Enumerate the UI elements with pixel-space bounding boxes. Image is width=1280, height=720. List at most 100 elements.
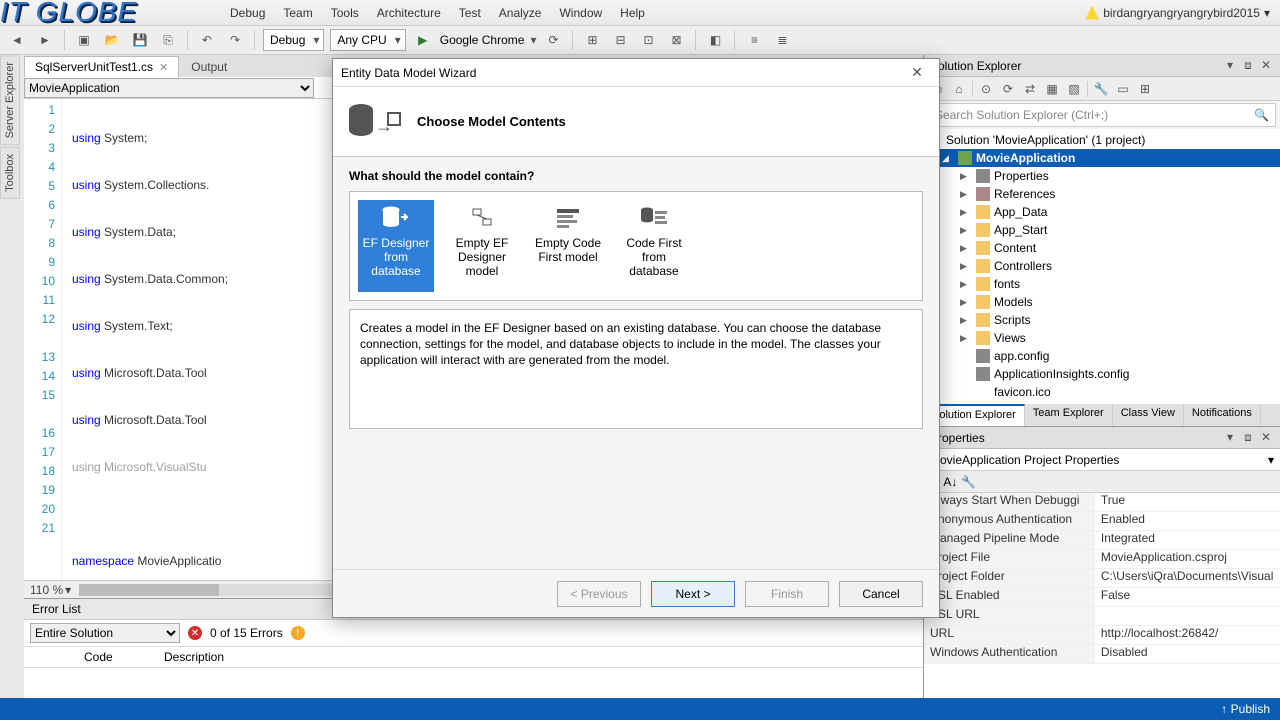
show-all-icon[interactable]: ▧	[1065, 80, 1083, 98]
choice-code-first-from-db[interactable]: Code First from database	[616, 200, 692, 292]
cancel-button[interactable]: Cancel	[839, 581, 923, 607]
tree-item[interactable]: ▶Properties	[924, 167, 1280, 185]
namespace-select[interactable]: MovieApplication	[24, 78, 314, 98]
tree-item[interactable]: ApplicationInsights.config	[924, 365, 1280, 383]
menu-window[interactable]: Window	[559, 6, 602, 20]
solution-tree[interactable]: ▶Solution 'MovieApplication' (1 project)…	[924, 129, 1280, 404]
tree-item[interactable]: ▶fonts	[924, 275, 1280, 293]
properties-header: Properties ▾ ⧈ ✕	[924, 427, 1280, 449]
menu-help[interactable]: Help	[620, 6, 645, 20]
nav-forward-icon[interactable]: ►	[34, 29, 56, 51]
new-project-icon[interactable]: ▣	[73, 29, 95, 51]
pin-icon[interactable]: ⧈	[1240, 430, 1256, 446]
save-all-icon[interactable]: ⎘	[157, 29, 179, 51]
menu-tools[interactable]: Tools	[331, 6, 359, 20]
browser-refresh-icon[interactable]: ⟳	[542, 29, 564, 51]
right-panel-tabs: Solution Explorer Team Explorer Class Vi…	[924, 404, 1280, 426]
properties-icon[interactable]: 🔧	[1092, 80, 1110, 98]
property-row[interactable]: Project FolderC:\Users\iQra\Documents\Vi…	[924, 569, 1280, 588]
menu-team[interactable]: Team	[283, 6, 312, 20]
tree-item[interactable]: ▶Content	[924, 239, 1280, 257]
menu-architecture[interactable]: Architecture	[377, 6, 441, 20]
project-node[interactable]: ◢MovieApplication	[924, 149, 1280, 167]
property-row[interactable]: Windows AuthenticationDisabled	[924, 645, 1280, 664]
error-list-header: Code Description	[24, 647, 923, 668]
open-icon[interactable]: 📂	[101, 29, 123, 51]
tree-item[interactable]: favicon.ico	[924, 383, 1280, 401]
zoom-level[interactable]: 110 %	[30, 583, 63, 597]
toolbar-icon[interactable]: ⊠	[665, 29, 687, 51]
tree-item[interactable]: ▶Views	[924, 329, 1280, 347]
configuration-select[interactable]: Debug	[263, 29, 324, 51]
warning-icon: !	[291, 626, 305, 640]
editor-tab-output[interactable]: Output	[181, 57, 237, 77]
next-button[interactable]: Next >	[651, 581, 735, 607]
editor-tab-active[interactable]: SqlServerUnitTest1.cs✕	[24, 56, 179, 77]
toolbar-icon[interactable]: ⊞	[581, 29, 603, 51]
menu-debug[interactable]: Debug	[230, 6, 265, 20]
tree-item[interactable]: ▶App_Data	[924, 203, 1280, 221]
property-row[interactable]: URLhttp://localhost:26842/	[924, 626, 1280, 645]
home-icon[interactable]: ⌂	[950, 80, 968, 98]
sidetab-server-explorer[interactable]: Server Explorer	[0, 55, 20, 145]
pin-icon[interactable]: ⧈	[1240, 58, 1256, 74]
tree-item[interactable]: ▶Models	[924, 293, 1280, 311]
undo-icon[interactable]: ↶	[196, 29, 218, 51]
property-row[interactable]: SSL EnabledFalse	[924, 588, 1280, 607]
signed-in-user[interactable]: birdangryangryangrybird2015 ▾	[1085, 6, 1270, 20]
menu-test[interactable]: Test	[459, 6, 481, 20]
finish-button: Finish	[745, 581, 829, 607]
dropdown-icon[interactable]: ▾	[1222, 430, 1238, 446]
view-icon[interactable]: ⊞	[1136, 80, 1154, 98]
platform-select[interactable]: Any CPU	[330, 29, 405, 51]
close-icon[interactable]: ✕	[1258, 58, 1274, 74]
tree-item[interactable]: ▶Scripts	[924, 311, 1280, 329]
tree-item[interactable]: ▶References	[924, 185, 1280, 203]
solution-root[interactable]: ▶Solution 'MovieApplication' (1 project)	[924, 131, 1280, 149]
sync-icon[interactable]: ⇄	[1021, 80, 1039, 98]
publish-button[interactable]: ↑ Publish	[1221, 702, 1270, 716]
error-count[interactable]: 0 of 15 Errors	[210, 626, 283, 640]
tab-class-view[interactable]: Class View	[1113, 404, 1184, 426]
tree-item[interactable]: ▶App_Start	[924, 221, 1280, 239]
alpha-sort-icon[interactable]: A↓	[943, 475, 957, 489]
close-icon[interactable]: ✕	[159, 61, 168, 74]
collapse-icon[interactable]: ⊙	[977, 80, 995, 98]
toolbar-icon[interactable]: ≡	[743, 29, 765, 51]
property-row[interactable]: Anonymous AuthenticationEnabled	[924, 512, 1280, 531]
redo-icon[interactable]: ↷	[224, 29, 246, 51]
toolbar-icon[interactable]: ◧	[704, 29, 726, 51]
props-icon[interactable]: 🔧	[961, 475, 976, 489]
tree-item[interactable]: app.config	[924, 347, 1280, 365]
close-icon[interactable]: ✕	[1258, 430, 1274, 446]
choice-empty-ef-designer[interactable]: Empty EF Designer model	[444, 200, 520, 292]
refresh-icon[interactable]: ⟳	[999, 80, 1017, 98]
close-icon[interactable]: ✕	[903, 64, 931, 81]
properties-grid[interactable]: Always Start When DebuggiTrueAnonymous A…	[924, 493, 1280, 698]
sidetab-toolbox[interactable]: Toolbox	[0, 147, 20, 199]
show-all-icon[interactable]: ▦	[1043, 80, 1061, 98]
property-row[interactable]: Always Start When DebuggiTrue	[924, 493, 1280, 512]
properties-target-select[interactable]: MovieApplication Project Properties▾	[924, 449, 1280, 471]
solution-search-input[interactable]: Search Solution Explorer (Ctrl+;) 🔍	[928, 103, 1276, 127]
model-icon	[466, 204, 498, 232]
start-debug-icon[interactable]: ▶	[412, 29, 434, 51]
toolbar-icon[interactable]: ⊡	[637, 29, 659, 51]
save-icon[interactable]: 💾	[129, 29, 151, 51]
property-row[interactable]: Project FileMovieApplication.csproj	[924, 550, 1280, 569]
choice-ef-designer-from-db[interactable]: EF Designer from database	[358, 200, 434, 292]
dropdown-icon[interactable]: ▾	[1222, 58, 1238, 74]
property-row[interactable]: SSL URL	[924, 607, 1280, 626]
error-scope-select[interactable]: Entire Solution	[30, 623, 180, 643]
tab-notifications[interactable]: Notifications	[1184, 404, 1261, 426]
property-row[interactable]: Managed Pipeline ModeIntegrated	[924, 531, 1280, 550]
menu-analyze[interactable]: Analyze	[499, 6, 542, 20]
toolbar-icon[interactable]: ⊟	[609, 29, 631, 51]
tab-team-explorer[interactable]: Team Explorer	[1025, 404, 1113, 426]
tree-item[interactable]: ▶Controllers	[924, 257, 1280, 275]
nav-back-icon[interactable]: ◄	[6, 29, 28, 51]
toolbar-icon[interactable]: ≣	[771, 29, 793, 51]
choice-empty-code-first[interactable]: Empty Code First model	[530, 200, 606, 292]
run-target[interactable]: Google Chrome	[440, 33, 525, 47]
preview-icon[interactable]: ▭	[1114, 80, 1132, 98]
